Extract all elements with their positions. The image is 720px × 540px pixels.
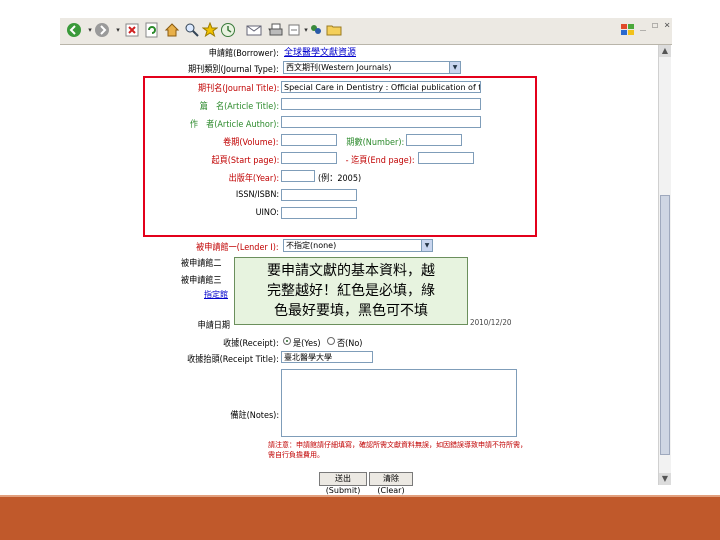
browser-toolbar: ▾ ▾ ▾ ▾ _ ☐ × (60, 18, 672, 45)
journal-type-value: 西文期刊(Western Journals) (286, 63, 392, 72)
designate-lender-link[interactable]: 指定館 (204, 289, 228, 300)
chevron-down-icon: ▼ (449, 62, 460, 73)
vertical-scrollbar[interactable]: ▲ ▼ (658, 45, 671, 485)
lender3-label: 被申請館三 (181, 276, 222, 286)
lender1-value: 不指定(none) (286, 241, 337, 250)
lender1-label: 被申請館一(Lender I): (196, 243, 279, 253)
lender2-label: 被申請館二 (181, 259, 222, 269)
chevron-down-icon: ▼ (421, 240, 432, 251)
receipt-title-field[interactable]: 臺北醫學大學 (281, 351, 373, 363)
receipt-no-radio[interactable] (327, 337, 335, 345)
lender1-select[interactable]: 不指定(none) ▼ (283, 239, 433, 252)
window-controls[interactable]: _ ☐ × (640, 20, 670, 31)
request-date-value: 2010/12/20 (470, 318, 512, 327)
receipt-no-label: 否(No) (337, 339, 363, 349)
callout-line: 色最好要填，黑色可不填 (274, 303, 428, 319)
receipt-yes-label: 是(Yes) (293, 339, 321, 349)
callout-line: 要申請文獻的基本資料，越 (267, 263, 435, 279)
notes-textarea[interactable] (281, 369, 517, 437)
receipt-title-label: 收據抬頭(Receipt Title): (187, 355, 279, 365)
slide-footer-band (0, 497, 720, 540)
annotation-callout: 要申請文獻的基本資料，越 完整越好！紅色是必填，綠 色最好要填，黑色可不填 (234, 257, 468, 325)
borrower-link[interactable]: 全球醫學文獻資源 (284, 45, 356, 58)
scroll-up-icon[interactable]: ▲ (659, 45, 671, 57)
callout-line: 完整越好！紅色是必填，綠 (267, 283, 435, 299)
messenger-icon[interactable] (308, 22, 324, 38)
submit-button[interactable]: 送出(Submit) (319, 472, 367, 495)
favorites-icon[interactable] (202, 22, 218, 38)
windows-flag-icon (620, 22, 636, 38)
refresh-icon[interactable] (144, 22, 160, 38)
receipt-yes-radio[interactable] (283, 337, 291, 345)
required-fields-highlight (143, 76, 537, 237)
home-icon[interactable] (164, 22, 180, 38)
mail-icon[interactable] (246, 22, 262, 38)
notice-text: 請注意：申請館請仔細填寫，確認所需文獻資料無誤，如因錯誤導致申請不符所需，需自行… (268, 441, 527, 459)
page-left-margin (60, 45, 128, 485)
print-icon[interactable] (268, 22, 284, 38)
notes-label: 備註(Notes): (230, 411, 279, 421)
stop-icon[interactable] (124, 22, 140, 38)
borrower-label: 申請館(Borrower): (208, 49, 279, 59)
request-date-label: 申請日期 (197, 321, 230, 331)
scroll-thumb[interactable] (660, 195, 670, 455)
back-icon[interactable] (66, 22, 82, 38)
search-icon[interactable] (184, 22, 200, 38)
journal-type-select[interactable]: 西文期刊(Western Journals) ▼ (283, 61, 461, 74)
clear-button[interactable]: 清除(Clear) (369, 472, 413, 495)
folder-icon[interactable] (326, 22, 342, 38)
scroll-down-icon[interactable]: ▼ (659, 473, 671, 485)
forward-icon[interactable] (94, 22, 110, 38)
history-icon[interactable] (220, 22, 236, 38)
journal-type-label: 期刊類別(Journal Type): (188, 65, 279, 75)
receipt-label: 收據(Receipt): (223, 339, 279, 349)
